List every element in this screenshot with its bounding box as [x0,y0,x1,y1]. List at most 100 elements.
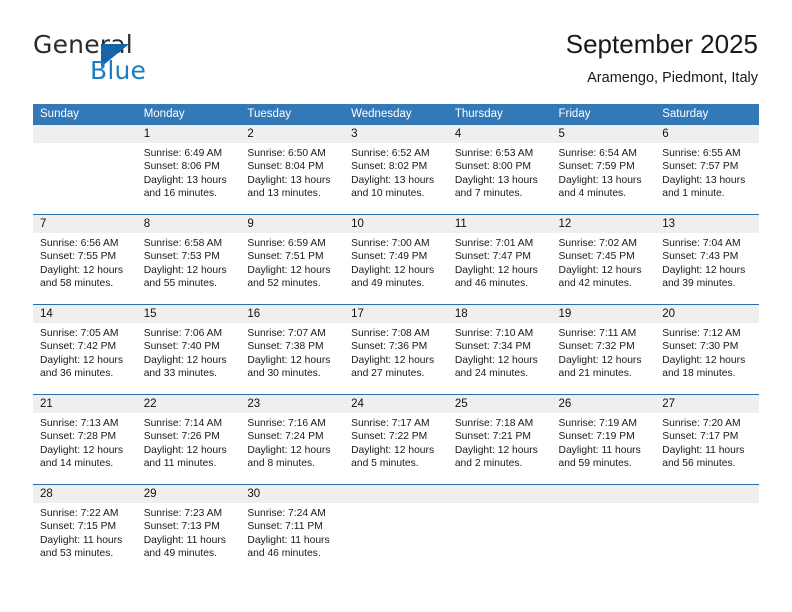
calendar-day[interactable]: 26 Sunrise: 7:19 AM Sunset: 7:19 PM Dayligh… [551,395,656,484]
day-details: Sunrise: 7:23 AM Sunset: 7:13 PM Daylight:… [137,503,241,560]
daylight-text-line1: Daylight: 12 hours [662,354,746,366]
sunrise-text: Sunrise: 7:01 AM [454,238,534,249]
calendar-day[interactable]: 18 Sunrise: 7:10 AM Sunset: 7:34 PM Dayligh… [447,305,552,394]
day-number: 22 [136,395,241,413]
calendar-day[interactable]: 4 Sunrise: 6:53 AM Sunset: 8:00 PM Daylight… [447,125,552,214]
daylight-text-line2: and 56 minutes. [662,457,736,469]
calendar-day[interactable]: 11 Sunrise: 7:01 AM Sunset: 7:47 PM Dayligh… [447,215,552,304]
day-details: Sunrise: 7:01 AM Sunset: 7:47 PM Daylight:… [448,233,552,290]
daylight-text-line1: Daylight: 11 hours [143,534,226,546]
calendar-cell: 11 Sunrise: 7:01 AM Sunset: 7:47 PM Dayligh… [447,214,552,305]
calendar-cell: 9 Sunrise: 6:59 AM Sunset: 7:51 PM Daylight… [240,214,345,305]
sunrise-text: Sunrise: 7:02 AM [558,238,637,249]
sunset-text: Sunset: 7:32 PM [558,341,635,353]
calendar-day[interactable]: 28 Sunrise: 7:22 AM Sunset: 7:15 PM Dayligh… [33,485,137,574]
brand-logo[interactable]: General Blue [33,30,263,88]
daylight-text-line2: and 24 minutes. [454,367,529,379]
day-number: 18 [447,305,552,323]
calendar-day[interactable]: 5 Sunrise: 6:54 AM Sunset: 7:59 PM Daylight… [551,125,656,214]
calendar-day[interactable]: 24 Sunrise: 7:17 AM Sunset: 7:22 PM Dayligh… [344,395,448,484]
calendar-day[interactable]: 16 Sunrise: 7:07 AM Sunset: 7:38 PM Dayligh… [240,305,345,394]
daylight-text-line2: and 33 minutes. [143,367,217,379]
calendar-day[interactable]: 8 Sunrise: 6:58 AM Sunset: 7:53 PM Daylight… [136,215,241,304]
sunset-text: Sunset: 8:04 PM [247,161,324,173]
calendar-day[interactable]: 15 Sunrise: 7:06 AM Sunset: 7:40 PM Dayligh… [136,305,241,394]
calendar-day[interactable]: 17 Sunrise: 7:08 AM Sunset: 7:36 PM Dayligh… [344,305,448,394]
day-number: 8 [136,215,241,233]
day-details: Sunrise: 7:08 AM Sunset: 7:36 PM Daylight:… [344,323,448,380]
sunrise-text: Sunrise: 6:54 AM [558,148,637,159]
sunrise-text: Sunrise: 7:07 AM [247,328,326,339]
sunrise-text: Sunrise: 7:24 AM [247,508,326,519]
calendar-cell [447,484,552,574]
calendar-cell: 3 Sunrise: 6:52 AM Sunset: 8:02 PM Daylight… [344,125,448,215]
calendar-day[interactable]: 23 Sunrise: 7:16 AM Sunset: 7:24 PM Dayligh… [240,395,345,484]
calendar-day[interactable]: 25 Sunrise: 7:18 AM Sunset: 7:21 PM Dayligh… [447,395,552,484]
daylight-text-line2: and 10 minutes. [351,187,425,199]
day-number: 1 [136,125,241,143]
day-details: Sunrise: 7:18 AM Sunset: 7:21 PM Daylight:… [448,413,552,470]
sunset-text: Sunset: 7:26 PM [143,431,220,443]
calendar-day[interactable]: 9 Sunrise: 6:59 AM Sunset: 7:51 PM Daylight… [240,215,345,304]
calendar-cell: 30 Sunrise: 7:24 AM Sunset: 7:11 PM Dayligh… [240,484,345,574]
sunrise-text: Sunrise: 7:06 AM [143,328,223,339]
calendar-cell: 28 Sunrise: 7:22 AM Sunset: 7:15 PM Dayligh… [33,484,137,574]
calendar-day[interactable]: 22 Sunrise: 7:14 AM Sunset: 7:26 PM Dayligh… [136,395,241,484]
sunrise-text: Sunrise: 7:19 AM [558,418,637,429]
day-number: 11 [447,215,552,233]
calendar-cell: 5 Sunrise: 6:54 AM Sunset: 7:59 PM Daylight… [551,125,656,215]
daylight-text-line2: and 58 minutes. [40,277,114,289]
calendar-day[interactable]: 21 Sunrise: 7:13 AM Sunset: 7:28 PM Dayligh… [33,395,137,484]
calendar-day[interactable]: 6 Sunrise: 6:55 AM Sunset: 7:57 PM Daylight… [655,125,759,214]
daylight-text-line1: Daylight: 13 hours [454,174,538,186]
daylight-text-line1: Daylight: 12 hours [40,354,123,366]
sunset-text: Sunset: 8:06 PM [143,161,220,173]
sunrise-text: Sunrise: 7:10 AM [454,328,534,339]
calendar-week-row: 28 Sunrise: 7:22 AM Sunset: 7:15 PM Dayligh… [33,484,759,574]
sunset-text: Sunset: 7:53 PM [143,251,220,263]
daylight-text-line2: and 42 minutes. [558,277,632,289]
calendar-day[interactable]: 19 Sunrise: 7:11 AM Sunset: 7:32 PM Dayligh… [551,305,656,394]
calendar-day[interactable]: 20 Sunrise: 7:12 AM Sunset: 7:30 PM Dayligh… [655,305,759,394]
day-details: Sunrise: 7:13 AM Sunset: 7:28 PM Daylight:… [33,413,137,470]
day-details: Sunrise: 7:00 AM Sunset: 7:49 PM Daylight:… [344,233,448,290]
daylight-text-line1: Daylight: 12 hours [351,264,435,276]
day-details: Sunrise: 7:16 AM Sunset: 7:24 PM Daylight:… [240,413,344,470]
day-details: Sunrise: 7:10 AM Sunset: 7:34 PM Daylight:… [448,323,552,380]
weekday-header-tuesday: Tuesday [240,104,345,125]
calendar-week-row: 1 Sunrise: 6:49 AM Sunset: 8:06 PM Daylight… [33,125,759,215]
day-number [33,125,137,143]
day-details: Sunrise: 6:59 AM Sunset: 7:51 PM Daylight:… [240,233,344,290]
daylight-text-line1: Daylight: 12 hours [247,444,331,456]
daylight-text-line2: and 18 minutes. [662,367,736,379]
calendar-day[interactable]: 14 Sunrise: 7:05 AM Sunset: 7:42 PM Dayligh… [33,305,137,394]
day-number: 27 [655,395,759,413]
calendar-day[interactable]: 30 Sunrise: 7:24 AM Sunset: 7:11 PM Dayligh… [240,485,345,574]
sunset-text: Sunset: 7:30 PM [662,341,739,353]
calendar-day[interactable]: 12 Sunrise: 7:02 AM Sunset: 7:45 PM Dayligh… [551,215,656,304]
sunset-text: Sunset: 7:57 PM [662,161,739,173]
calendar-cell: 13 Sunrise: 7:04 AM Sunset: 7:43 PM Dayligh… [655,214,759,305]
calendar-day[interactable]: 10 Sunrise: 7:00 AM Sunset: 7:49 PM Dayligh… [344,215,448,304]
day-details: Sunrise: 7:11 AM Sunset: 7:32 PM Daylight:… [552,323,656,380]
daylight-text-line2: and 52 minutes. [247,277,321,289]
calendar-day[interactable]: 13 Sunrise: 7:04 AM Sunset: 7:43 PM Dayligh… [655,215,759,304]
daylight-text-line1: Daylight: 12 hours [247,354,331,366]
day-number: 9 [240,215,345,233]
calendar-day[interactable]: 3 Sunrise: 6:52 AM Sunset: 8:02 PM Daylight… [344,125,448,214]
sunset-text: Sunset: 7:42 PM [40,341,117,353]
day-number: 19 [551,305,656,323]
day-number [344,485,448,503]
calendar-day[interactable]: 1 Sunrise: 6:49 AM Sunset: 8:06 PM Daylight… [136,125,241,214]
calendar-body: 1 Sunrise: 6:49 AM Sunset: 8:06 PM Daylight… [33,125,759,574]
calendar-day[interactable]: 7 Sunrise: 6:56 AM Sunset: 7:55 PM Daylight… [33,215,137,304]
calendar-cell: 2 Sunrise: 6:50 AM Sunset: 8:04 PM Daylight… [240,125,345,215]
sunrise-text: Sunrise: 7:20 AM [662,418,741,429]
daylight-text-line1: Daylight: 12 hours [454,354,538,366]
calendar-day[interactable]: 2 Sunrise: 6:50 AM Sunset: 8:04 PM Daylight… [240,125,345,214]
daylight-text-line1: Daylight: 12 hours [143,444,227,456]
calendar-day[interactable]: 29 Sunrise: 7:23 AM Sunset: 7:13 PM Dayligh… [136,485,241,574]
calendar-day[interactable]: 27 Sunrise: 7:20 AM Sunset: 7:17 PM Dayligh… [655,395,759,484]
day-details: Sunrise: 6:58 AM Sunset: 7:53 PM Daylight:… [137,233,241,290]
day-number [655,485,759,503]
